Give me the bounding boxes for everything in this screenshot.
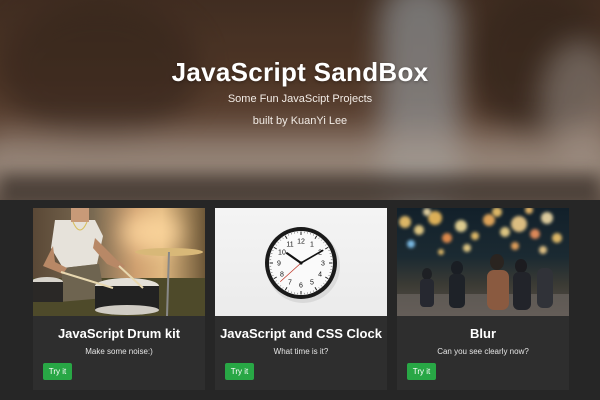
clock-numeral: 12 xyxy=(297,239,305,246)
clock-numeral: 1 xyxy=(310,241,314,248)
project-cards: JavaScript Drum kit Make some noise:) Tr… xyxy=(0,200,600,400)
project-card-blur: Blur Can you see clearly now? Try it xyxy=(397,208,569,390)
try-it-button[interactable]: Try it xyxy=(43,363,72,380)
try-it-button[interactable]: Try it xyxy=(407,363,436,380)
project-card-clock: 1 2 3 4 5 6 7 8 9 10 11 12 JavaScript and CSS Clock… xyxy=(215,208,387,390)
street-crowd-illustration xyxy=(397,254,569,316)
clock-numeral: 6 xyxy=(299,283,303,290)
card-description: What time is it? xyxy=(273,347,329,356)
bokeh-street-photo xyxy=(397,208,569,316)
page-title: JavaScript SandBox xyxy=(171,57,429,87)
drummer-photo xyxy=(33,208,205,316)
clock-numeral: 5 xyxy=(310,280,314,287)
card-description: Can you see clearly now? xyxy=(437,347,529,356)
clock-numeral: 4 xyxy=(318,272,322,279)
hero-banner: JavaScript SandBox Some Fun JavaScipt Pr… xyxy=(0,0,600,200)
project-card-drum-kit: JavaScript Drum kit Make some noise:) Tr… xyxy=(33,208,205,390)
clock-numeral: 3 xyxy=(321,261,325,268)
clock-numeral: 9 xyxy=(277,261,281,268)
wall-clock-illustration: 1234567891011 12 xyxy=(265,227,340,303)
wall-clock-photo: 1 2 3 4 5 6 7 8 9 10 11 12 xyxy=(215,208,387,316)
clock-numeral: 7 xyxy=(288,280,292,287)
clock-numeral: 8 xyxy=(280,272,284,279)
author-credit: built by KuanYi Lee xyxy=(252,115,348,127)
page-subtitle: Some Fun JavaScipt Projects xyxy=(227,93,373,105)
card-description: Make some noise:) xyxy=(85,347,153,356)
try-it-button[interactable]: Try it xyxy=(225,363,254,380)
card-title: Blur xyxy=(470,326,496,341)
clock-numeral: 10 xyxy=(278,250,286,257)
clock-numeral: 11 xyxy=(286,241,293,248)
card-title: JavaScript and CSS Clock xyxy=(220,326,382,341)
drummer-illustration xyxy=(33,208,203,316)
card-title: JavaScript Drum kit xyxy=(57,326,181,341)
